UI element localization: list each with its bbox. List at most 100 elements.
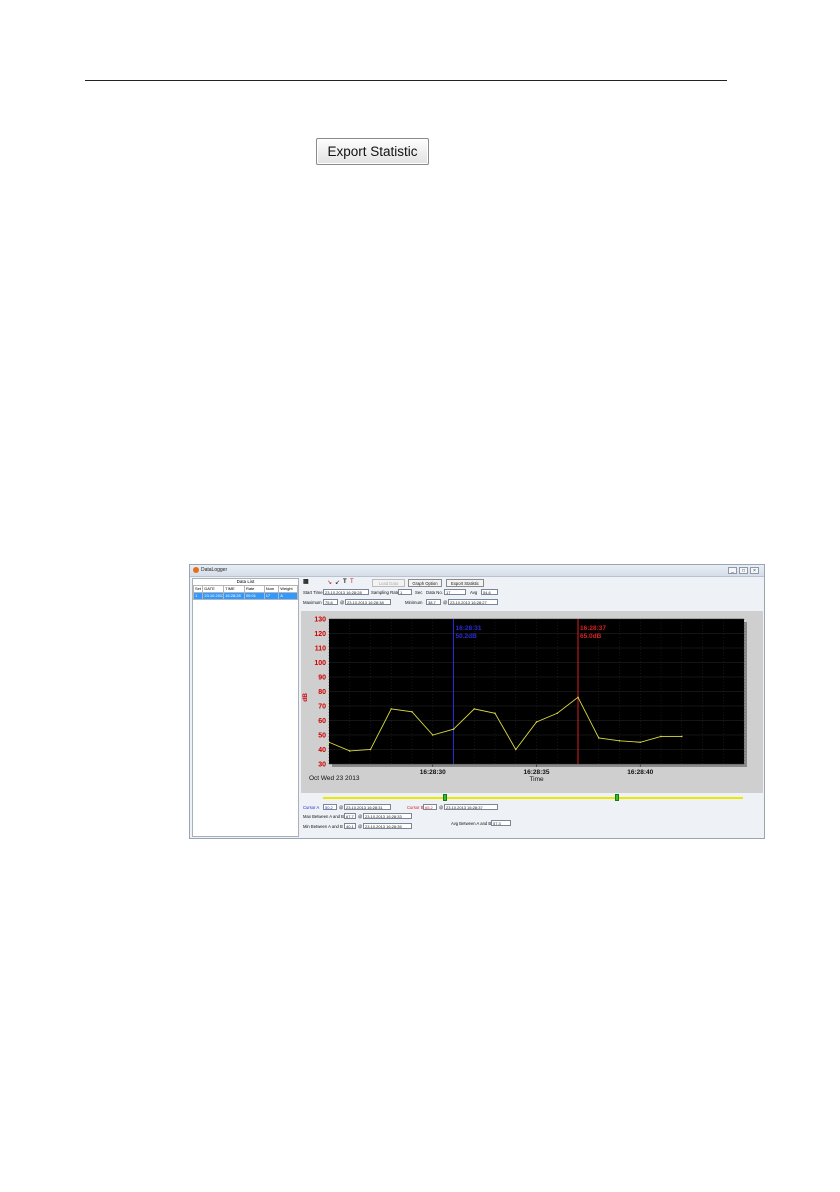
cursor-a-value-label: 50.2dB [456, 633, 478, 640]
y-tick-label: 110 [315, 646, 326, 653]
split-view-icon[interactable]: ▦ [303, 578, 309, 585]
data-list-table: Set DATE TIME Rate Num Weight 1 23.10.20… [192, 585, 298, 600]
col-header[interactable]: Set [192, 585, 204, 593]
data-point [680, 735, 683, 738]
at-sign: @ [358, 824, 363, 829]
cursor-a-time: 23.10.2013 16:28:31 [344, 804, 391, 810]
col-header[interactable]: Num [263, 585, 280, 593]
export-statistic-button-illustration[interactable]: Export Statistic [316, 138, 429, 165]
cursor-b-value-label: 65.0dB [580, 633, 602, 640]
cursor-b-icon[interactable]: ↙ [335, 579, 340, 586]
at-sign: @ [340, 600, 345, 605]
x-axis-label: Time [529, 776, 544, 783]
sound-level-chart[interactable]: 30 40 50 60 70 80 90 100 110 120 130 dB 16:28:30 16:2… [301, 611, 763, 793]
max-between-value: 67.7 [344, 813, 356, 819]
data-no-field: 17 [444, 589, 466, 595]
y-tick-label: 130 [314, 617, 326, 624]
minimum-label: Minimum [405, 600, 423, 605]
y-axis-label: dB [302, 693, 309, 702]
data-point [369, 748, 372, 751]
load-data-button[interactable]: Load Data [372, 579, 405, 587]
cursor-a-time-label: 16:28:31 [456, 625, 482, 632]
col-header[interactable]: Rate [243, 585, 265, 593]
table-row[interactable]: 1 23.10.2013 16:28:28 00:01 17 A [192, 592, 298, 600]
data-point [328, 741, 330, 744]
data-point [431, 734, 434, 736]
y-tick-label: 40 [318, 747, 326, 754]
minimum-time-field: 23.10.2013 16:28:27 [448, 599, 498, 605]
y-tick-label: 80 [318, 689, 326, 696]
time-slider-track[interactable] [323, 797, 743, 799]
table-cell: 16:28:28 [223, 592, 245, 600]
x-tick-label: 16:28:30 [420, 769, 446, 776]
at-sign: @ [443, 600, 448, 605]
at-sign: @ [339, 805, 344, 810]
avg-between-label: Avg Between A and B [451, 821, 492, 826]
main-panel: ▦ ↘ ↙ T T Load Data Graph Option Export … [301, 578, 763, 837]
avg-label: Avg [470, 590, 478, 595]
data-point [473, 708, 476, 710]
maximize-button[interactable]: □ [739, 567, 748, 574]
data-point [577, 696, 579, 699]
table-cell: 1 [192, 592, 204, 600]
close-button[interactable]: × [750, 567, 759, 574]
page-rule [85, 80, 727, 81]
y-tick-label: 100 [314, 660, 326, 667]
data-point [535, 721, 538, 723]
graph-option-button[interactable]: Graph Option [408, 579, 442, 587]
y-tick-label: 50 [318, 733, 326, 740]
at-sign: @ [358, 814, 363, 819]
max-between-time: 23.10.2013 16:28:33 [363, 813, 412, 819]
data-no-label: Data No. [426, 590, 443, 595]
table-cell: A [278, 592, 298, 600]
data-point [390, 708, 393, 710]
table-cell: 00:01 [243, 592, 265, 600]
y-tick-label: 90 [318, 675, 326, 682]
cursor-b-label: Cursor B [407, 805, 424, 810]
export-statistic-button[interactable]: Export Statistic [446, 579, 484, 587]
slider-thumb-b[interactable] [615, 794, 619, 801]
text-t-icon[interactable]: T [343, 579, 347, 585]
at-sign: @ [439, 805, 444, 810]
slider-thumb-a[interactable] [442, 794, 447, 801]
x-tick-label: 16:28:35 [523, 769, 549, 776]
min-between-label: Min Between A and B [303, 824, 343, 829]
minimize-button[interactable]: _ [728, 567, 737, 574]
data-point [452, 728, 455, 730]
table-cell: 17 [263, 592, 280, 600]
sampling-rate-label: Sampling Rate [371, 590, 400, 595]
maximum-label: Maximum [303, 600, 322, 605]
window-title: DataLogger [201, 567, 228, 573]
start-time-label: Start Time [303, 590, 323, 595]
avg-field: 54.6 [481, 589, 498, 595]
app-logo-icon [193, 567, 199, 573]
minimum-field: 38.7 [426, 599, 441, 605]
chart-date-text: Oct Wed 23 2013 [309, 775, 360, 782]
data-point [556, 712, 559, 715]
min-between-value: 40.1 [344, 823, 356, 829]
y-tick-label: 30 [318, 762, 326, 769]
y-tick-label: 70 [318, 704, 326, 711]
data-point [660, 735, 662, 738]
cursor-b-value: 65.2 [423, 804, 437, 810]
data-point [618, 740, 621, 742]
data-point [514, 748, 517, 751]
cursor-a-value: 50.2 [323, 804, 337, 810]
min-between-time: 23.10.2013 16:28:35 [363, 823, 412, 829]
sampling-rate-field: 1 [398, 589, 412, 595]
col-header[interactable]: TIME [223, 585, 245, 593]
col-header[interactable]: DATE [202, 585, 225, 593]
table-cell: 23.10.2013 [202, 592, 225, 600]
y-tick-label: 60 [318, 718, 326, 725]
x-tick-label: 16:28:40 [627, 769, 653, 776]
data-point [639, 741, 642, 744]
maximum-time-field: 23.10.2013 16:28:38 [345, 599, 391, 605]
col-header[interactable]: Weight [278, 585, 298, 593]
start-time-field: 23.10.2013 16:28:28 [323, 589, 369, 595]
data-list-panel: Data List Set DATE TIME Rate Num Weight … [192, 578, 299, 837]
data-point [597, 737, 600, 739]
text-t-red-icon[interactable]: T [350, 579, 354, 585]
cursor-a-icon[interactable]: ↘ [327, 579, 332, 586]
title-bar: DataLogger _ □ × [190, 565, 764, 577]
avg-between-value: 57.3 [491, 820, 511, 826]
